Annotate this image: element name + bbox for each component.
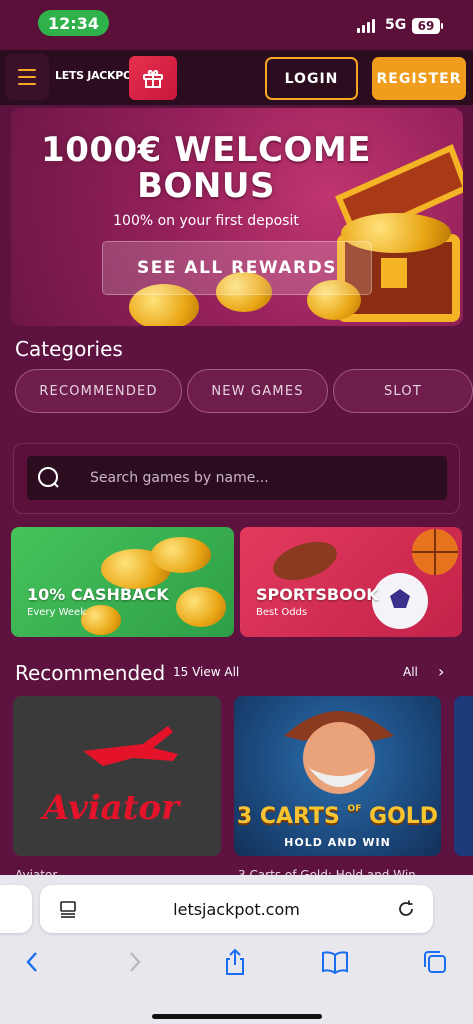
game-card-partial[interactable] [454, 696, 473, 856]
view-all-link[interactable]: 15 View All [173, 665, 239, 679]
battery-icon: 69 [412, 18, 443, 34]
menu-icon-bar [18, 69, 36, 71]
football-icon [273, 541, 337, 581]
url-text: letsjackpot.com [173, 899, 300, 919]
game-art-title: 3 CARTS OF GOLD [234, 804, 441, 829]
coin-decoration [81, 605, 121, 635]
promo-title: SPORTSBOOK [256, 585, 379, 604]
coin-decoration [176, 587, 226, 627]
game-art-subtitle: HOLD AND WIN [284, 836, 391, 849]
recommended-title: Recommended [15, 661, 166, 685]
aviator-logo-text: Aviator [43, 788, 179, 828]
category-chip-recommended[interactable]: RECOMMENDED [15, 369, 182, 413]
site-header: LETS JACKPOT LOGIN REGISTER [0, 50, 473, 106]
sportsbook-promo-card[interactable]: SPORTSBOOK Best Odds [240, 527, 462, 637]
see-all-rewards-button[interactable]: SEE ALL REWARDS [102, 241, 372, 295]
banner-title: 1000€ WELCOME BONUS [41, 132, 371, 204]
gift-button[interactable] [129, 56, 177, 100]
categories-title: Categories [15, 337, 123, 361]
promo-subtitle: Best Odds [256, 607, 308, 618]
promo-subtitle: Every Week [27, 607, 86, 618]
gift-icon [143, 69, 163, 88]
airplane-icon [83, 726, 178, 766]
chevron-left-icon [26, 952, 37, 972]
login-button[interactable]: LOGIN [265, 57, 358, 100]
banner-title-line2: BONUS [137, 166, 275, 206]
menu-icon-bar [18, 83, 36, 85]
game-art-title-line2: GOLD [369, 804, 439, 829]
tabs-button[interactable] [420, 947, 450, 977]
search-icon [38, 467, 59, 488]
share-button[interactable] [220, 947, 250, 977]
coin-decoration [151, 537, 211, 573]
search-container [13, 443, 460, 514]
browser-toolbar: letsjackpot.com [0, 875, 473, 1024]
game-card-3-carts-of-gold[interactable]: 3 CARTS OF GOLD HOLD AND WIN [234, 696, 441, 856]
back-button[interactable] [17, 947, 47, 977]
forward-button[interactable] [120, 947, 150, 977]
category-chip-new-games[interactable]: NEW GAMES [187, 369, 328, 413]
tabs-icon [424, 951, 446, 973]
game-art-title-of: OF [347, 804, 362, 814]
site-logo[interactable]: LETS JACKPOT [55, 69, 140, 82]
address-bar[interactable]: letsjackpot.com [40, 885, 433, 933]
basketball-icon [412, 529, 458, 575]
welcome-bonus-banner[interactable]: 1000€ WELCOME BONUS 100% on your first d… [11, 108, 463, 326]
previous-tab-preview[interactable] [0, 885, 32, 933]
search-input[interactable] [90, 456, 430, 500]
status-time: 12:34 [38, 10, 109, 36]
banner-subtitle: 100% on your first deposit [113, 213, 299, 229]
register-button[interactable]: REGISTER [372, 57, 466, 100]
chevron-right-icon [130, 952, 141, 972]
bookmarks-button[interactable] [320, 947, 350, 977]
search-field [27, 456, 447, 500]
share-icon [226, 948, 244, 975]
menu-icon-bar [18, 76, 36, 78]
home-indicator [152, 1014, 322, 1019]
category-chips: RECOMMENDED NEW GAMES SLOT [15, 369, 473, 413]
category-chip-slot[interactable]: SLOT [333, 369, 473, 413]
book-icon [322, 951, 348, 974]
promo-title: 10% CASHBACK [27, 585, 169, 604]
network-label: 5G [385, 17, 407, 33]
status-bar: 12:34 5G 69 [0, 0, 473, 50]
cashback-promo-card[interactable]: 10% CASHBACK Every Week [11, 527, 234, 637]
reload-icon[interactable] [396, 899, 416, 919]
all-link[interactable]: All [403, 665, 418, 679]
chevron-right-icon[interactable]: › [438, 662, 444, 681]
hamburger-menu-button[interactable] [5, 54, 49, 100]
game-art-title-line1: 3 CARTS [236, 804, 340, 829]
game-card-aviator[interactable]: Aviator [13, 696, 221, 856]
signal-icon [357, 19, 377, 33]
banner-title-line1: 1000€ WELCOME [41, 130, 371, 170]
soccer-ball-icon [372, 573, 428, 629]
gnome-character-illustration [284, 711, 394, 794]
